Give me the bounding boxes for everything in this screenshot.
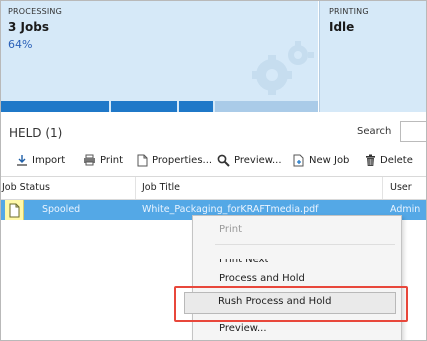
job-status-cell: Spooled xyxy=(42,204,81,215)
printing-state: Idle xyxy=(329,20,355,34)
processing-label: PROCESSING xyxy=(8,7,63,16)
highlight-annotation xyxy=(174,286,408,322)
app-window: PROCESSING 3 Jobs 64% PRINTING Idle HELD… xyxy=(0,0,427,341)
magnifier-icon xyxy=(217,154,230,167)
processing-jobs: 3 Jobs xyxy=(8,20,49,34)
import-label: Import xyxy=(32,154,66,166)
column-header-user[interactable]: User xyxy=(390,182,412,193)
menu-item-print-next[interactable]: Print Next xyxy=(219,259,268,267)
search-label: Search xyxy=(357,126,392,137)
toolbar: Import Print Properties... Preview... Ne… xyxy=(1,147,426,173)
trash-icon xyxy=(366,154,375,166)
menu-item-preview[interactable]: Preview... xyxy=(219,323,267,334)
document-icon xyxy=(137,154,148,166)
job-user-cell: Admin xyxy=(390,204,421,215)
processing-panel[interactable]: PROCESSING 3 Jobs 64% xyxy=(1,1,318,112)
properties-label: Properties... xyxy=(152,154,213,166)
search-input[interactable] xyxy=(400,121,426,142)
column-header-job-status[interactable]: Job Status xyxy=(2,182,50,193)
processing-percent: 64% xyxy=(8,38,33,51)
printing-panel[interactable]: PRINTING Idle xyxy=(319,1,426,112)
preview-label: Preview... xyxy=(234,154,282,166)
print-button[interactable]: Print xyxy=(83,151,123,169)
printing-label: PRINTING xyxy=(329,7,369,16)
context-menu: Print Print Next Process and Hold Previe… xyxy=(192,215,402,340)
new-job-button[interactable]: New Job xyxy=(293,151,349,169)
import-button[interactable]: Import xyxy=(16,151,65,169)
printer-icon xyxy=(84,154,95,166)
processing-progress-bar xyxy=(1,101,318,112)
preview-button[interactable]: Preview... xyxy=(217,151,282,169)
held-queue-title: HELD (1) xyxy=(9,126,63,140)
delete-label: Delete xyxy=(380,154,413,166)
gears-icon xyxy=(252,41,314,95)
delete-button[interactable]: Delete xyxy=(365,151,413,169)
menu-item-process-and-hold[interactable]: Process and Hold xyxy=(219,273,305,284)
job-title-cell: White_Packaging_forKRAFTmedia.pdf xyxy=(142,204,319,215)
menu-item-print[interactable]: Print xyxy=(219,224,242,235)
new-job-label: New Job xyxy=(309,154,350,166)
column-header-job-title[interactable]: Job Title xyxy=(142,182,180,193)
new-document-icon xyxy=(293,154,304,166)
print-label: Print xyxy=(100,154,124,166)
import-icon xyxy=(17,155,27,166)
properties-button[interactable]: Properties... xyxy=(137,151,212,169)
table-header: Job Status Job Title User xyxy=(1,176,426,200)
job-document-icon xyxy=(5,200,24,220)
